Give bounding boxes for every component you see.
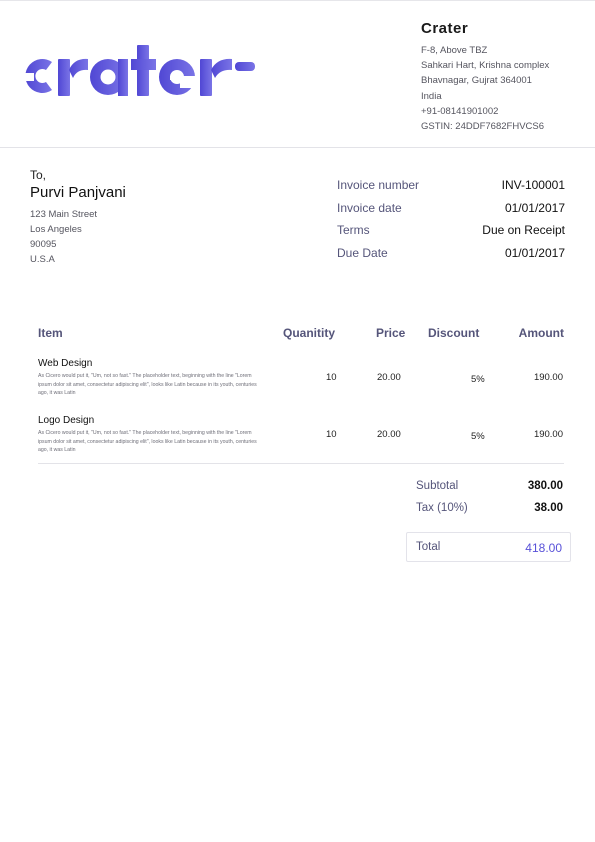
company-address-line: Sahkari Hart, Krishna complex (421, 60, 550, 72)
total-box: Total 418.00 (406, 532, 571, 562)
table-header: Item Quanitity Price Discount Amount (38, 326, 564, 354)
item-name: Web Design (38, 358, 93, 369)
item-description: As Cicero would put it, "Um, not so fast… (38, 373, 257, 396)
invoice-number-row: Invoice number INV-100001 (337, 178, 565, 201)
company-name: Crater (421, 20, 469, 37)
subtotal-row: Subtotal 380.00 (416, 480, 563, 502)
due-date-value: 01/01/2017 (504, 245, 565, 260)
total-label: Total (416, 541, 441, 553)
item-discount: 5% (471, 431, 485, 442)
address-city: Los Angeles (30, 224, 82, 235)
company-phone: +91-08141901002 (421, 105, 499, 117)
item-amount: 190.00 (533, 372, 563, 383)
company-gstin: GSTIN: 24DDF7682FHVCS6 (421, 121, 545, 133)
top-border (0, 0, 595, 1)
header-price: Price (376, 326, 406, 340)
terms-value: Due on Receipt (482, 223, 565, 237)
item-name: Logo Design (38, 415, 95, 426)
crater-logo-icon (24, 45, 255, 96)
tax-row: Tax (10%) 38.00 (416, 502, 563, 524)
company-country: India (421, 90, 442, 102)
items-divider (38, 463, 564, 464)
invoice-date-value: 01/01/2017 (504, 200, 565, 215)
invoice-number-label: Invoice number (337, 178, 420, 192)
terms-row: Terms Due on Receipt (337, 223, 565, 246)
totals-summary: Subtotal 380.00 Tax (10%) 38.00 (416, 480, 563, 524)
header-quantity: Quanitity (283, 326, 336, 340)
item-price: 20.00 (377, 372, 401, 383)
item-discount: 5% (471, 374, 485, 385)
header-amount: Amount (518, 326, 564, 340)
customer-name: Purvi Panjvani (30, 184, 126, 201)
subtotal-label: Subtotal (416, 480, 459, 492)
address-street: 123 Main Street (30, 209, 98, 220)
address-zip: 90095 (30, 239, 57, 250)
header-item: Item (38, 326, 63, 340)
items-table: Item Quanitity Price Discount Amount Web… (38, 326, 564, 468)
invoice-date-label: Invoice date (337, 200, 402, 215)
invoice-date-row: Invoice date 01/01/2017 (337, 201, 565, 224)
billing-address: To, Purvi Panjvani 123 Main Street Los A… (30, 168, 290, 267)
terms-label: Terms (337, 223, 370, 237)
company-address-line: Bhavnagar, Gujrat 364001 (421, 75, 532, 87)
item-quantity: 10 (326, 372, 337, 383)
invoice-number-value: INV-100001 (501, 178, 565, 192)
invoice-meta: Invoice number INV-100001 Invoice date 0… (337, 178, 565, 268)
header-discount: Discount (428, 326, 480, 340)
item-description: As Cicero would put it, "Um, not so fast… (38, 430, 257, 453)
tax-label: Tax (10%) (416, 502, 468, 514)
company-address-line: F-8, Above TBZ (421, 45, 488, 56)
tax-value: 38.00 (534, 502, 563, 514)
item-quantity: 10 (326, 429, 337, 440)
due-date-label: Due Date (337, 245, 388, 260)
to-label: To, (30, 168, 47, 182)
table-row: Web Design As Cicero would put it, "Um, … (38, 354, 564, 411)
item-price: 20.00 (377, 429, 401, 440)
due-date-row: Due Date 01/01/2017 (337, 246, 565, 269)
table-row: Logo Design As Cicero would put it, "Um,… (38, 411, 564, 468)
company-info: Crater F-8, Above TBZ Sahkari Hart, Kris… (421, 20, 591, 134)
address-country: U.S.A (30, 254, 55, 265)
crater-logo (22, 40, 262, 102)
subtotal-value: 380.00 (527, 480, 563, 492)
header-divider (0, 147, 595, 148)
item-amount: 190.00 (533, 429, 563, 440)
total-value: 418.00 (525, 541, 562, 555)
